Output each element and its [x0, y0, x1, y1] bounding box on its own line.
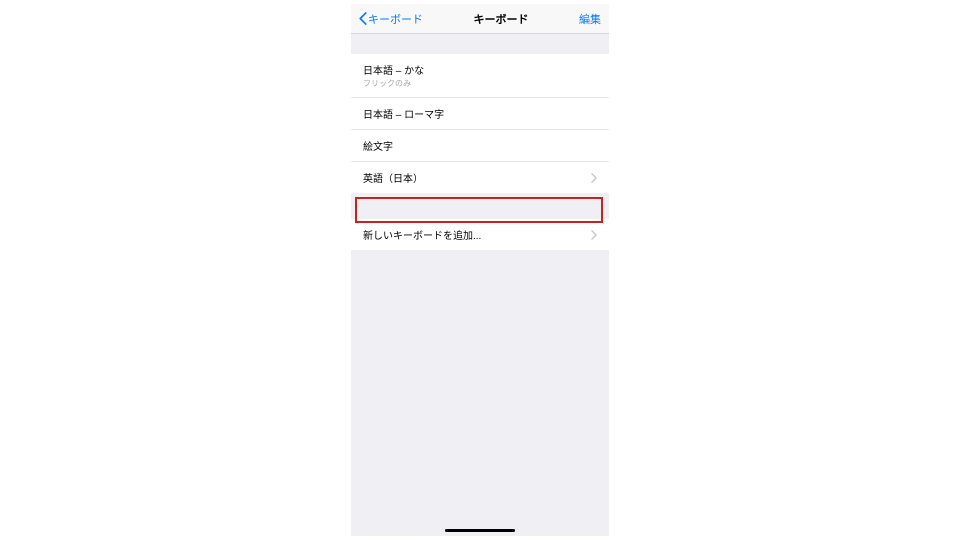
chevron-left-icon [359, 12, 367, 25]
back-label: キーボード [368, 11, 423, 27]
add-keyboard-row[interactable]: 新しいキーボードを追加... [351, 219, 609, 250]
row-label: 英語（日本） [363, 170, 423, 185]
add-keyboard-label: 新しいキーボードを追加... [363, 227, 481, 242]
keyboard-row-emoji[interactable]: 絵文字 [351, 130, 609, 162]
row-content: 絵文字 [363, 138, 393, 153]
row-sublabel: フリックのみ [363, 78, 424, 89]
row-label: 絵文字 [363, 138, 393, 153]
keyboard-row-english[interactable]: 英語（日本） [351, 162, 609, 193]
nav-bar: キーボード キーボード 編集 [351, 4, 609, 34]
add-keyboard-group: 新しいキーボードを追加... [351, 219, 609, 250]
keyboard-row-romaji[interactable]: 日本語 – ローマ字 [351, 98, 609, 130]
chevron-right-icon [591, 173, 597, 183]
page-title: キーボード [474, 11, 529, 27]
home-indicator [445, 529, 515, 532]
keyboard-row-kana[interactable]: 日本語 – かな フリックのみ [351, 54, 609, 98]
phone-frame: キーボード キーボード 編集 日本語 – かな フリックのみ 日本語 – ローマ… [351, 4, 609, 536]
row-content: 日本語 – かな フリックのみ [363, 62, 424, 89]
row-content: 英語（日本） [363, 170, 423, 185]
edit-button[interactable]: 編集 [579, 11, 601, 27]
row-label: 日本語 – かな [363, 62, 424, 77]
chevron-right-icon [591, 230, 597, 240]
keyboard-list: 日本語 – かな フリックのみ 日本語 – ローマ字 絵文字 英語（日本） [351, 54, 609, 193]
back-button[interactable]: キーボード [359, 11, 423, 27]
section-spacer [351, 34, 609, 54]
row-label: 日本語 – ローマ字 [363, 106, 444, 121]
section-spacer [351, 193, 609, 219]
row-content: 日本語 – ローマ字 [363, 106, 444, 121]
